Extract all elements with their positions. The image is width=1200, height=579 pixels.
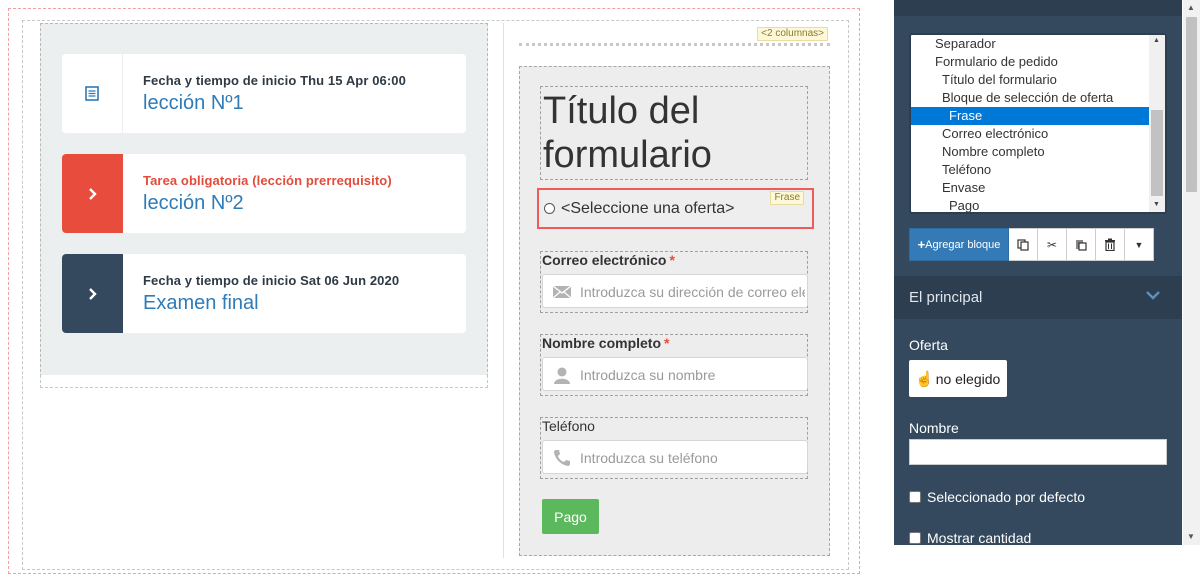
email-field-block[interactable]: Correo electrónico * Introduzca su direcc… bbox=[540, 251, 808, 313]
section-title: El principal bbox=[909, 289, 983, 306]
window-scrollbar[interactable]: ▲ ▼ bbox=[1183, 0, 1200, 545]
tree-item-telefono[interactable]: Teléfono bbox=[942, 161, 1150, 179]
chevron-right-icon bbox=[62, 154, 123, 233]
scroll-down-icon[interactable]: ▼ bbox=[1153, 201, 1160, 208]
name-label: Nombre bbox=[909, 420, 959, 436]
column-footer bbox=[40, 375, 488, 388]
scroll-down-icon[interactable]: ▼ bbox=[1187, 532, 1195, 541]
lesson-title[interactable]: Examen final bbox=[143, 292, 399, 315]
email-placeholder: Introduzca su dirección de correo electr… bbox=[580, 284, 805, 300]
caret-down-icon: ▼ bbox=[1134, 239, 1144, 250]
frase-tag[interactable]: Frase bbox=[770, 191, 804, 205]
lesson-card[interactable]: Tarea obligatoria (lección prerrequisito… bbox=[62, 154, 466, 233]
phone-label: Teléfono bbox=[542, 418, 595, 434]
tree-item-formulario[interactable]: Formulario de pedido bbox=[935, 53, 1150, 71]
fullname-field-block[interactable]: Nombre completo * Introduzca su nombre bbox=[540, 334, 808, 396]
fullname-label: Nombre completo * bbox=[542, 335, 670, 351]
hand-pointer-icon: ☝ bbox=[915, 370, 934, 388]
offer-radio[interactable] bbox=[544, 203, 555, 214]
settings-panel: Separador Formulario de pedido Título de… bbox=[894, 0, 1182, 546]
lessons-column[interactable]: Fecha y tiempo de inicio Thu 15 Apr 06:0… bbox=[40, 23, 488, 387]
phone-field-block[interactable]: Teléfono Introduzca su teléfono bbox=[540, 417, 808, 479]
lesson-title[interactable]: lección Nº1 bbox=[143, 92, 406, 115]
paste-button[interactable] bbox=[1067, 228, 1096, 261]
document-list-icon bbox=[62, 54, 123, 133]
show-quantity-checkbox[interactable] bbox=[909, 532, 921, 544]
tree-item-correo[interactable]: Correo electrónico bbox=[942, 125, 1150, 143]
phone-icon bbox=[552, 449, 572, 467]
default-selected-checkbox[interactable] bbox=[909, 491, 921, 503]
default-selected-row[interactable]: Seleccionado por defecto bbox=[909, 489, 1085, 505]
lesson-card[interactable]: Fecha y tiempo de inicio Sat 06 Jun 2020… bbox=[62, 254, 466, 333]
tree-item-envase[interactable]: Envase bbox=[942, 179, 1150, 197]
scissors-icon: ✂ bbox=[1046, 237, 1058, 252]
tree-item-bloque-oferta[interactable]: Bloque de selección de oferta bbox=[942, 89, 1150, 107]
fullname-placeholder: Introduzca su nombre bbox=[580, 367, 716, 383]
lesson-meta: Tarea obligatoria (lección prerrequisito… bbox=[143, 172, 392, 188]
tree-item-pago[interactable]: Pago bbox=[949, 197, 1150, 212]
offer-selection-block[interactable]: Frase <Seleccione una oferta> bbox=[537, 188, 814, 229]
tree-item-frase[interactable]: Frase bbox=[911, 107, 1150, 125]
delete-button[interactable] bbox=[1096, 228, 1125, 261]
offer-chooser-button[interactable]: ☝ no elegido bbox=[909, 360, 1007, 397]
window-scroll-thumb[interactable] bbox=[1186, 17, 1197, 192]
copy-button[interactable] bbox=[1009, 228, 1038, 261]
add-block-button[interactable]: + Agregar bloque bbox=[909, 228, 1009, 261]
chevron-right-icon bbox=[62, 254, 123, 333]
tree-scrollbar[interactable]: ▲ ▼ bbox=[1149, 35, 1165, 212]
phone-field[interactable]: Introduzca su teléfono bbox=[542, 440, 808, 474]
show-quantity-row[interactable]: Mostrar cantidad bbox=[909, 530, 1031, 546]
fullname-field[interactable]: Introduzca su nombre bbox=[542, 357, 808, 391]
offer-label: Oferta bbox=[909, 337, 948, 353]
lesson-meta: Fecha y tiempo de inicio Thu 15 Apr 06:0… bbox=[143, 72, 406, 88]
trash-icon bbox=[1105, 238, 1115, 251]
block-toolbar: + Agregar bloque ✂ ▼ bbox=[909, 228, 1154, 261]
lesson-meta: Fecha y tiempo de inicio Sat 06 Jun 2020 bbox=[143, 272, 400, 288]
section-header[interactable]: El principal bbox=[894, 276, 1182, 319]
page-canvas: <2 columnas> Fecha y tiempo de inicio Th… bbox=[0, 0, 870, 579]
scroll-up-icon[interactable]: ▲ bbox=[1187, 3, 1195, 12]
tree-item-nombre[interactable]: Nombre completo bbox=[942, 143, 1150, 161]
paste-icon bbox=[1076, 239, 1087, 251]
panel-topbar bbox=[894, 0, 1182, 16]
more-dropdown-button[interactable]: ▼ bbox=[1125, 228, 1154, 261]
pay-button[interactable]: Pago bbox=[542, 499, 599, 534]
envelope-icon bbox=[552, 283, 572, 301]
offer-select-label[interactable]: <Seleccione una oferta> bbox=[561, 200, 734, 218]
email-field[interactable]: Introduzca su dirección de correo electr… bbox=[542, 274, 808, 308]
tree-item-separador[interactable]: Separador bbox=[935, 35, 1150, 53]
user-icon bbox=[552, 366, 572, 384]
form-title[interactable]: Título del formulario bbox=[540, 86, 808, 180]
name-input[interactable] bbox=[909, 439, 1167, 465]
cut-button[interactable]: ✂ bbox=[1038, 228, 1067, 261]
separator-block[interactable] bbox=[519, 43, 830, 46]
lesson-card[interactable]: Fecha y tiempo de inicio Thu 15 Apr 06:0… bbox=[62, 54, 466, 133]
copy-icon bbox=[1017, 238, 1029, 251]
block-tree[interactable]: Separador Formulario de pedido Título de… bbox=[909, 33, 1167, 214]
plus-icon: + bbox=[917, 237, 926, 252]
tree-item-titulo[interactable]: Título del formulario bbox=[942, 71, 1150, 89]
tree-scroll-thumb[interactable] bbox=[1151, 110, 1163, 196]
lesson-title[interactable]: lección Nº2 bbox=[143, 192, 392, 215]
phone-placeholder: Introduzca su teléfono bbox=[580, 450, 718, 466]
email-label: Correo electrónico * bbox=[542, 252, 675, 268]
chevron-down-icon[interactable] bbox=[1146, 288, 1160, 302]
scroll-up-icon[interactable]: ▲ bbox=[1153, 37, 1160, 44]
